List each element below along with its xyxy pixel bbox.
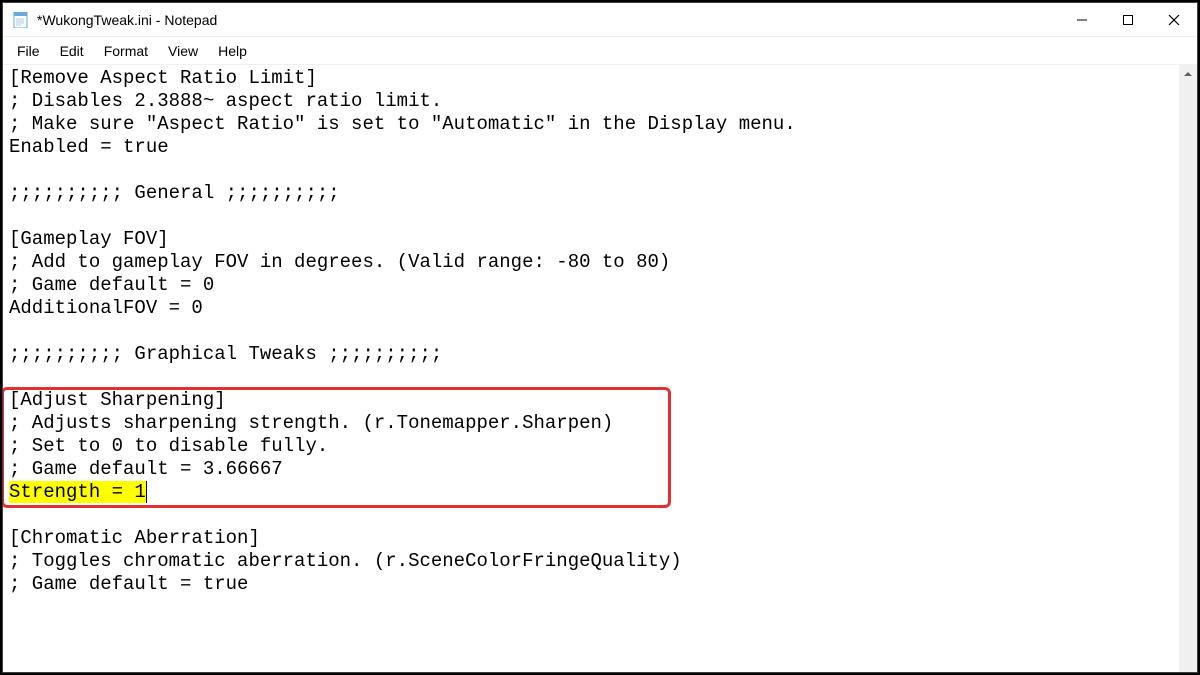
minimize-button[interactable] [1059,3,1105,37]
menu-view[interactable]: View [158,40,208,62]
editor-line: [Remove Aspect Ratio Limit] [9,67,1175,90]
menu-file[interactable]: File [7,40,50,62]
editor-line: ; Game default = 3.66667 [9,458,1175,481]
editor-line: Strength = 1 [9,481,1175,504]
highlighted-text: Strength = 1 [9,481,146,503]
editor-line: [Adjust Sharpening] [9,389,1175,412]
window-title: *WukongTweak.ini - Notepad [37,12,217,28]
close-button[interactable] [1151,3,1197,37]
maximize-button[interactable] [1105,3,1151,37]
editor-line: ;;;;;;;;;; Graphical Tweaks ;;;;;;;;;; [9,343,1175,366]
editor-line: AdditionalFOV = 0 [9,297,1175,320]
vertical-scrollbar[interactable] [1179,65,1197,672]
editor-line: ; Make sure "Aspect Ratio" is set to "Au… [9,113,1175,136]
text-editor[interactable]: [Remove Aspect Ratio Limit]; Disables 2.… [3,65,1179,672]
menu-edit[interactable]: Edit [50,40,94,62]
content-area: [Remove Aspect Ratio Limit]; Disables 2.… [3,65,1197,672]
editor-line: ; Set to 0 to disable fully. [9,435,1175,458]
menubar: File Edit Format View Help [3,37,1197,65]
editor-line [9,159,1175,182]
notepad-app-icon [13,12,29,28]
editor-line [9,504,1175,527]
editor-line [9,320,1175,343]
editor-line: Enabled = true [9,136,1175,159]
titlebar[interactable]: *WukongTweak.ini - Notepad [3,3,1197,37]
notepad-window: *WukongTweak.ini - Notepad File Edit For… [2,2,1198,673]
editor-line: ;;;;;;;;;; General ;;;;;;;;;; [9,182,1175,205]
editor-line: ; Add to gameplay FOV in degrees. (Valid… [9,251,1175,274]
editor-line: ; Game default = 0 [9,274,1175,297]
scroll-up-arrow-icon[interactable] [1179,65,1197,83]
menu-help[interactable]: Help [208,40,257,62]
editor-line: ; Disables 2.3888~ aspect ratio limit. [9,90,1175,113]
editor-line: [Chromatic Aberration] [9,527,1175,550]
editor-line [9,366,1175,389]
menu-format[interactable]: Format [94,40,158,62]
editor-line: ; Toggles chromatic aberration. (r.Scene… [9,550,1175,573]
editor-line [9,205,1175,228]
editor-line: ; Game default = true [9,573,1175,596]
editor-line: [Gameplay FOV] [9,228,1175,251]
text-caret [146,481,147,503]
editor-line: ; Adjusts sharpening strength. (r.Tonema… [9,412,1175,435]
